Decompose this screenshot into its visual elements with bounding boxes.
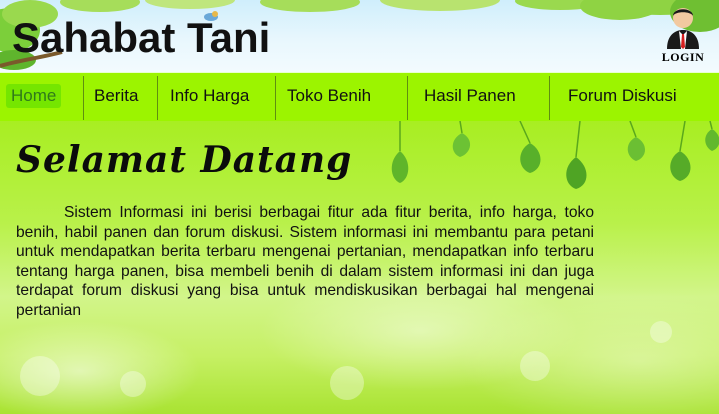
bokeh-light (330, 366, 364, 400)
nav-forum-diskusi[interactable]: Forum Diskusi (568, 79, 677, 115)
nav-toko-benih[interactable]: Toko Benih (287, 79, 371, 115)
login-button[interactable]: LOGIN (657, 3, 709, 69)
nav-home[interactable]: Home (6, 84, 62, 108)
nav-divider (549, 76, 550, 120)
nav-info-harga[interactable]: Info Harga (170, 79, 249, 115)
nav-divider (275, 76, 276, 120)
login-label: LOGIN (661, 50, 705, 64)
bird-icon (204, 11, 218, 21)
nav-divider (83, 76, 84, 120)
intro-paragraph: Sistem Informasi ini berisi berbagai fit… (16, 204, 594, 319)
hanging-leaves-icon (391, 121, 719, 189)
bokeh-light (520, 351, 550, 381)
user-avatar-icon (667, 8, 699, 49)
nav-divider (407, 76, 408, 120)
welcome-heading: Selamat Datang (16, 139, 353, 181)
main-content: Selamat Datang Sistem Informasi ini beri… (0, 121, 719, 414)
bokeh-light (120, 371, 146, 397)
bokeh-light (20, 356, 60, 396)
main-nav: Home Berita Info Harga Toko Benih Hasil … (0, 72, 719, 121)
site-title: Sahabat Tani (12, 14, 271, 61)
bokeh-light (650, 321, 672, 343)
nav-hasil-panen[interactable]: Hasil Panen (424, 79, 516, 115)
nav-divider (157, 76, 158, 120)
site-header: Sahabat Tani LOGIN (0, 0, 719, 72)
nav-berita[interactable]: Berita (94, 79, 138, 115)
